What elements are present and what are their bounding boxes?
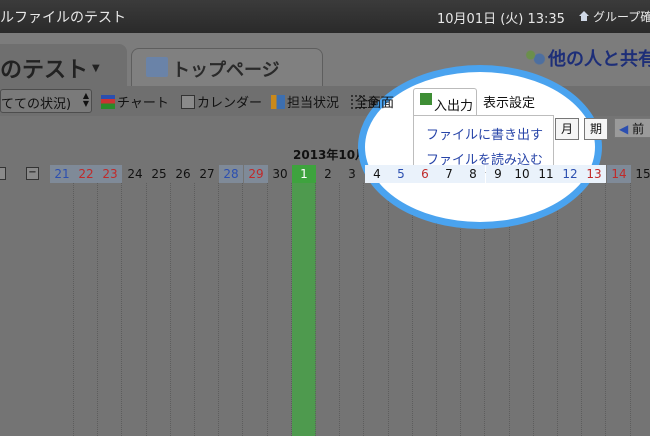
day-cell: 15 xyxy=(635,167,650,181)
month-label: 2013年10月 xyxy=(293,148,368,162)
period-view-button[interactable]: 期 xyxy=(584,118,608,140)
day-cell: 23 xyxy=(98,165,122,183)
day-column xyxy=(171,183,195,436)
day-cell: 3 xyxy=(348,167,356,181)
prev-button[interactable]: ◀ 前 xyxy=(614,118,650,138)
share-label: 他の人と共有 xyxy=(548,49,650,70)
tab-project-label: のテスト xyxy=(0,58,89,83)
day-column xyxy=(340,183,364,436)
day-cell: 12 xyxy=(558,165,582,183)
tab-top-page-label: トップページ xyxy=(172,60,280,81)
day-column xyxy=(534,183,558,436)
calendar-button[interactable]: カレンダー xyxy=(181,92,262,111)
day-cell: 25 xyxy=(151,167,167,181)
day-column xyxy=(268,183,292,436)
day-cell: 22 xyxy=(74,165,98,183)
day-cell: 29 xyxy=(244,165,268,183)
day-cell: 1 xyxy=(292,165,316,183)
menu-item-export-file[interactable]: ファイルに書き出す xyxy=(426,124,543,143)
io-label: 入出力 xyxy=(434,99,474,114)
group-menu[interactable]: グループ確 xyxy=(578,8,650,25)
updown-arrow-icon: ▲ ▼ xyxy=(82,91,89,108)
chart-label: チャート xyxy=(117,96,169,111)
day-column xyxy=(74,183,98,436)
group-label: グループ確 xyxy=(593,10,650,24)
staff-label: 担当状況 xyxy=(287,96,340,111)
day-column xyxy=(292,183,316,436)
day-column xyxy=(607,183,631,436)
collapse-icon[interactable]: − xyxy=(26,167,39,180)
calendar-label: カレンダー xyxy=(197,96,263,111)
collapse-left-partial[interactable] xyxy=(0,167,6,180)
day-cell: 30 xyxy=(272,167,288,181)
day-column xyxy=(219,183,243,436)
day-cell: 21 xyxy=(50,165,74,183)
top-bar: ルファイルのテスト 10月01日 (火) 13:35 グループ確 xyxy=(0,0,650,33)
import-export-icon xyxy=(420,93,432,105)
day-column xyxy=(558,183,582,436)
chevron-down-icon[interactable]: ▼ xyxy=(92,63,100,74)
day-column xyxy=(316,183,340,436)
day-cell: 28 xyxy=(219,165,243,183)
day-cell: 4 xyxy=(365,165,389,183)
day-cell: 26 xyxy=(175,167,191,181)
day-column xyxy=(365,183,389,436)
app-title: ルファイルのテスト xyxy=(0,10,126,26)
day-cell: 6 xyxy=(413,165,437,183)
month-view-button[interactable]: 月 xyxy=(555,118,579,140)
day-column xyxy=(147,183,171,436)
day-column xyxy=(244,183,268,436)
day-cell: 11 xyxy=(534,165,558,183)
day-column xyxy=(389,183,413,436)
day-cell: 13 xyxy=(582,165,606,183)
io-menu-button[interactable]: 入出力 xyxy=(413,88,477,115)
tab-project[interactable]: のテスト ▼ xyxy=(0,44,127,86)
clock: 10月01日 (火) 13:35 xyxy=(437,12,565,27)
day-cell: 9 xyxy=(486,165,510,183)
page-icon xyxy=(146,57,168,77)
day-cell: 7 xyxy=(437,165,461,183)
day-cell: 24 xyxy=(127,167,143,181)
tab-top-page[interactable]: トップページ xyxy=(131,48,323,87)
status-select-value: てての状況) xyxy=(1,97,72,112)
display-settings-button[interactable]: 表示設定 xyxy=(483,92,535,111)
staff-icon xyxy=(271,95,285,109)
staff-status-button[interactable]: 担当状況 xyxy=(271,92,339,111)
day-cell: 5 xyxy=(389,165,413,183)
people-icon xyxy=(524,48,546,68)
day-column xyxy=(123,183,147,436)
status-select[interactable]: てての状況) ▲ ▼ xyxy=(0,89,92,113)
prev-label: 前 xyxy=(632,122,645,136)
day-column xyxy=(98,183,122,436)
day-column xyxy=(631,183,650,436)
home-icon xyxy=(578,10,590,22)
chart-icon xyxy=(101,95,115,109)
day-cell: 2 xyxy=(324,167,332,181)
day-column xyxy=(195,183,219,436)
day-column xyxy=(50,183,74,436)
day-cell: 27 xyxy=(199,167,215,181)
day-column xyxy=(582,183,606,436)
calendar-icon xyxy=(181,95,195,109)
chart-button[interactable]: チャート xyxy=(101,92,169,111)
left-arrow-icon: ◀ xyxy=(619,122,629,136)
fullscreen-label-partial: 全画面 xyxy=(355,96,395,111)
day-cell: 10 xyxy=(510,165,534,183)
day-cell: 8 xyxy=(461,165,485,183)
tab-area: のテスト ▼ トップページ 他の人と共有 xyxy=(0,33,650,87)
day-cell: 14 xyxy=(607,165,631,183)
share-button[interactable]: 他の人と共有 xyxy=(524,45,650,71)
